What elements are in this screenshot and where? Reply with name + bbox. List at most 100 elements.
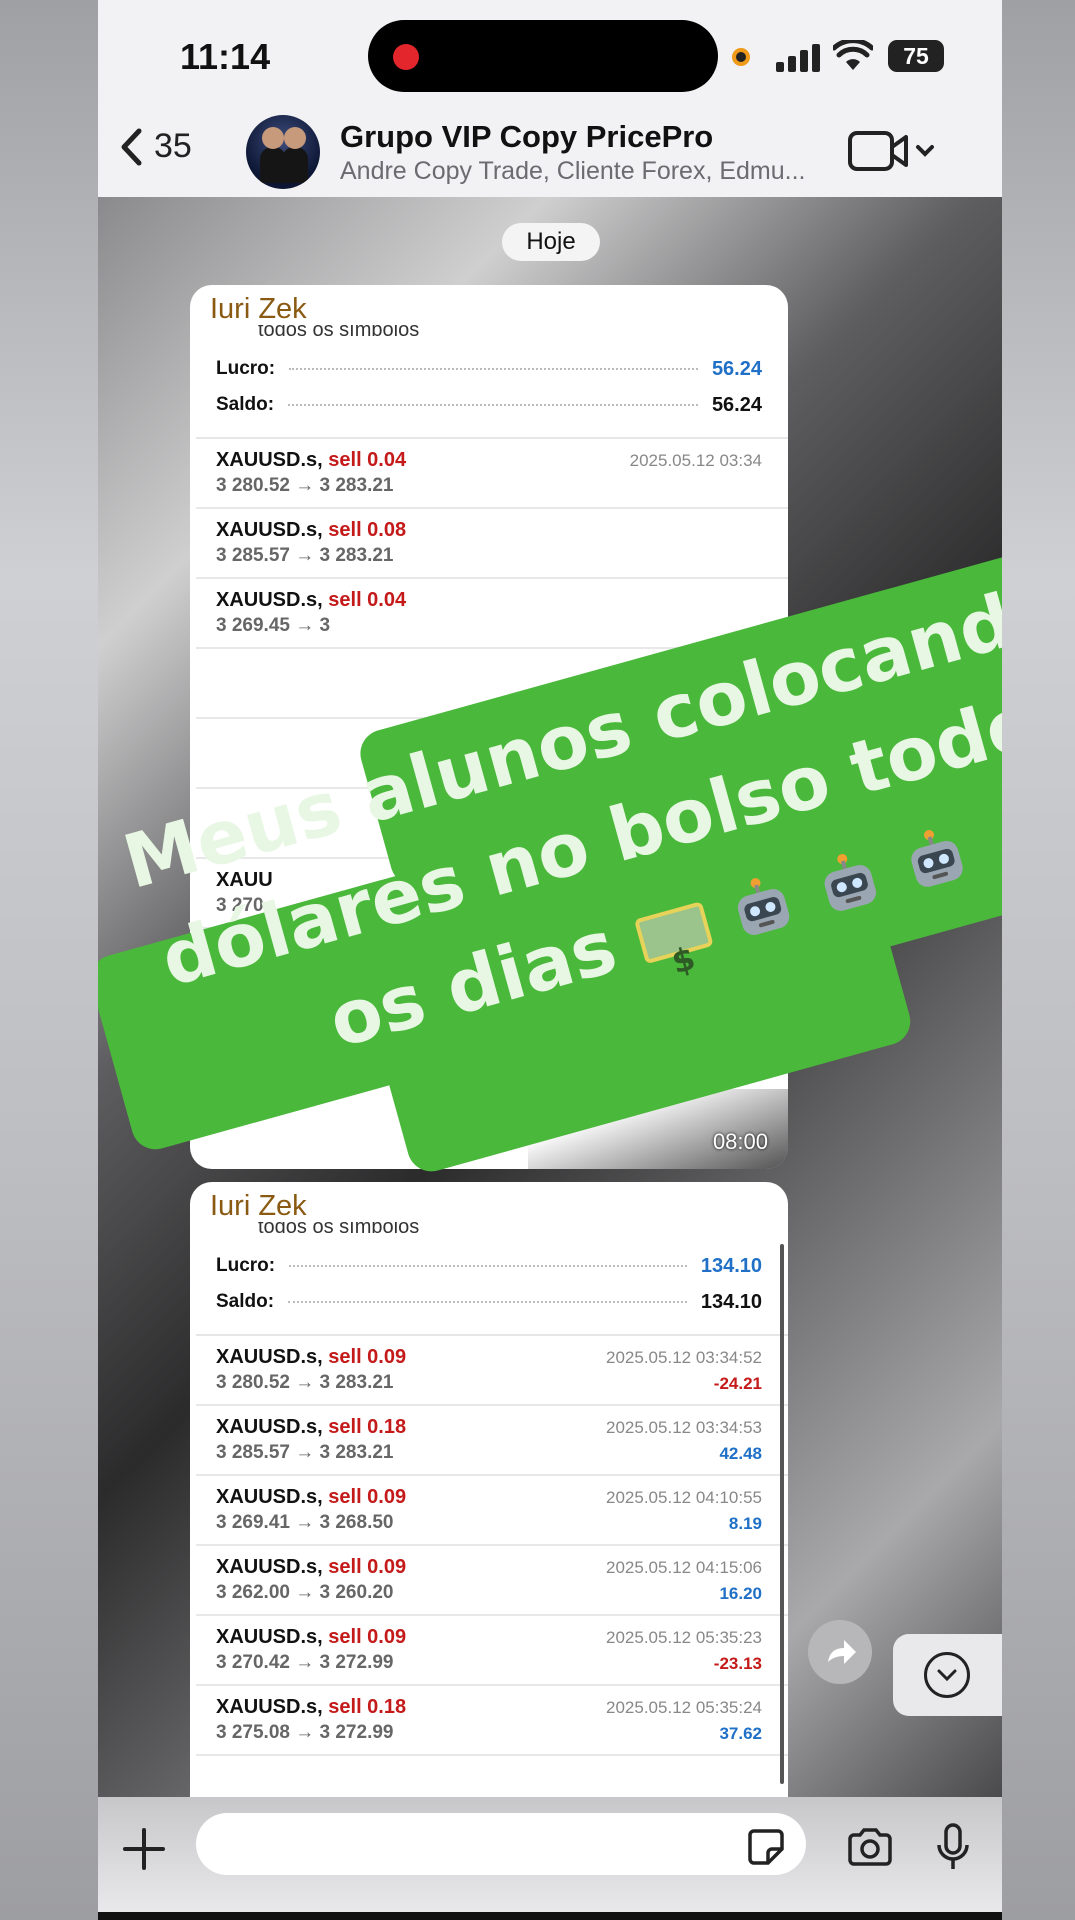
wifi-icon — [833, 40, 873, 70]
plus-icon[interactable] — [122, 1827, 166, 1871]
balance-value: 134.10 — [700, 1290, 762, 1313]
trade-row: XAUUSD.s, sell 0.04 3 269.45 → 3 — [196, 579, 788, 649]
chat-header: 35 Grupo VIP Copy PricePro Andre Copy Tr… — [98, 115, 1002, 198]
trade-symbol: XAUUSD.s, sell 0.04 — [216, 449, 407, 471]
group-title[interactable]: Grupo VIP Copy PricePro — [340, 119, 713, 155]
status-time: 11:14 — [180, 36, 271, 77]
cut-header-text: todos os símbolos — [258, 325, 420, 341]
profit-row: Lucro: 56.24 — [216, 357, 762, 380]
message-input-bar — [98, 1797, 1002, 1913]
scroll-to-bottom-button[interactable] — [924, 1652, 970, 1698]
trade-prices: 3 280.52 → 3 283.21 — [216, 475, 394, 496]
profit-row: Lucro: 134.10 — [216, 1254, 762, 1277]
message-sender: Iuri Zek — [210, 293, 307, 325]
forward-icon — [828, 1640, 856, 1664]
scrollbar[interactable] — [780, 1244, 784, 1784]
trade-row: XAUUSD.s, sell 0.09 3 262.00 → 3 260.20 20… — [196, 1546, 788, 1616]
cut-header-text: todos os símbolos — [258, 1222, 420, 1238]
back-button[interactable]: 35 — [120, 127, 192, 166]
money-icon — [633, 901, 714, 965]
trade-prices: 3 285.57 → 3 283.21 — [216, 1442, 394, 1463]
trade-symbol: XAUUSD.s, sell 0.04 — [216, 589, 407, 611]
trade-row: XAUUSD.s, sell 0.04 3 280.52 → 3 283.21 20… — [196, 439, 788, 509]
balance-value: 56.24 — [711, 393, 762, 416]
camera-icon[interactable] — [846, 1827, 894, 1867]
screenshot-image: todos os símbolos Lucro: 134.10 Saldo: 1… — [190, 1222, 788, 1756]
trade-side: sell 0.04 — [328, 589, 407, 611]
group-members[interactable]: Andre Copy Trade, Cliente Forex, Edmu... — [340, 157, 806, 186]
trade-side: sell 0.09 — [328, 1626, 407, 1648]
trade-date: 2025.05.12 04:15:06 — [606, 1558, 762, 1577]
trade-row: XAUUSD.s, sell 0.18 3 275.08 → 3 272.99 20… — [196, 1686, 788, 1756]
trade-pl: 16.20 — [719, 1584, 762, 1603]
trade-prices: 3 275.08 → 3 272.99 — [216, 1722, 394, 1743]
trade-prices: 3 285.57 → 3 283.21 — [216, 545, 394, 566]
trade-row: XAUUSD.s, sell 0.08 3 285.57 → 3 283.21 — [196, 509, 788, 579]
profit-value: 56.24 — [711, 357, 762, 380]
balance-row: Saldo: 134.10 — [216, 1290, 762, 1313]
trade-pl: -24.21 — [713, 1374, 762, 1393]
trade-prices: 3 262.00 → 3 260.20 — [216, 1582, 394, 1603]
date-separator: Hoje — [502, 223, 600, 261]
trade-date: 2025.05.12 05:35:24 — [606, 1698, 762, 1717]
trade-symbol: XAUUSD.s, sell 0.08 — [216, 519, 407, 541]
trade-prices: 3 280.52 → 3 283.21 — [216, 1372, 394, 1393]
trade-side: sell 0.08 — [328, 519, 407, 541]
microphone-icon[interactable] — [936, 1823, 970, 1873]
trade-date: 2025.05.12 03:34:52 — [606, 1348, 762, 1367]
battery-icon: 75 — [888, 40, 944, 72]
video-call-icon[interactable] — [848, 129, 938, 173]
profit-value: 134.10 — [700, 1254, 762, 1277]
trade-pl: 37.62 — [719, 1724, 762, 1743]
trade-row: XAUUSD.s, sell 0.09 3 280.52 → 3 283.21 20… — [196, 1336, 788, 1406]
trade-symbol: XAUUSD.s, sell 0.09 — [216, 1486, 407, 1508]
signal-icon — [776, 44, 820, 72]
mic-indicator-icon — [732, 48, 750, 66]
trade-pl: 42.48 — [719, 1444, 762, 1463]
trade-pl: -23.13 — [713, 1654, 762, 1673]
trade-row: XAUUSD.s, sell 0.09 3 270.42 → 3 272.99 20… — [196, 1616, 788, 1686]
message-sender: Iuri Zek — [210, 1190, 307, 1222]
trade-side: sell 0.18 — [328, 1696, 407, 1718]
trade-date: 2025.05.12 03:34:53 — [606, 1418, 762, 1437]
dynamic-island — [368, 20, 718, 92]
robot-icon — [911, 830, 963, 888]
trade-prices: 3 270.42 → 3 272.99 — [216, 1652, 394, 1673]
balance-row: Saldo: 56.24 — [216, 393, 762, 416]
message-input[interactable] — [196, 1813, 806, 1875]
back-count: 35 — [154, 127, 192, 165]
chat-area: Hoje Iuri Zek todos os símbolos Lucro: 5… — [98, 197, 1002, 1822]
trade-pl: 8.19 — [728, 1514, 762, 1533]
trade-side: sell 0.04 — [328, 449, 407, 471]
trade-side: sell 0.18 — [328, 1416, 407, 1438]
trade-row: XAUUSD.s, sell 0.09 3 269.41 → 3 268.50 20… — [196, 1476, 788, 1546]
trade-prices: 3 269.41 → 3 268.50 — [216, 1512, 394, 1533]
group-avatar[interactable] — [246, 115, 320, 189]
robot-icon — [738, 878, 790, 936]
bottom-edge — [98, 1912, 1002, 1920]
robot-icon — [824, 854, 877, 912]
trade-list: XAUUSD.s, sell 0.09 3 280.52 → 3 283.21 20… — [190, 1336, 788, 1756]
forward-button[interactable] — [808, 1620, 872, 1684]
video-duration: 08:00 — [712, 1129, 768, 1154]
trade-side: sell 0.09 — [328, 1486, 407, 1508]
trade-symbol: XAUUSD.s, sell 0.09 — [216, 1556, 407, 1578]
sticker-icon[interactable] — [746, 1827, 786, 1867]
status-bar: 11:14 75 — [98, 0, 1002, 115]
chevron-down-icon — [937, 1669, 957, 1682]
message-bubble[interactable]: Iuri Zek todos os símbolos Lucro: 134.10… — [190, 1182, 788, 1822]
trade-date: 2025.05.12 04:10:55 — [606, 1488, 762, 1507]
trade-symbol: XAUUSD.s, sell 0.18 — [216, 1416, 407, 1438]
trade-side: sell 0.09 — [328, 1556, 407, 1578]
trade-date: 2025.05.12 03:34 — [629, 451, 762, 470]
trade-symbol: XAUUSD.s, sell 0.09 — [216, 1346, 407, 1368]
trade-date: 2025.05.12 05:35:23 — [606, 1628, 762, 1647]
recording-icon — [393, 44, 419, 70]
trade-side: sell 0.09 — [328, 1346, 407, 1368]
trade-prices: 3 269.45 → 3 — [216, 615, 331, 636]
trade-row: XAUUSD.s, sell 0.18 3 285.57 → 3 283.21 20… — [196, 1406, 788, 1476]
phone-screen: 11:14 75 35 Grupo VIP Copy PricePro Andr… — [98, 0, 1002, 1920]
trade-symbol: XAUUSD.s, sell 0.09 — [216, 1626, 407, 1648]
chevron-left-icon — [121, 128, 142, 165]
trade-symbol: XAUUSD.s, sell 0.18 — [216, 1696, 407, 1718]
